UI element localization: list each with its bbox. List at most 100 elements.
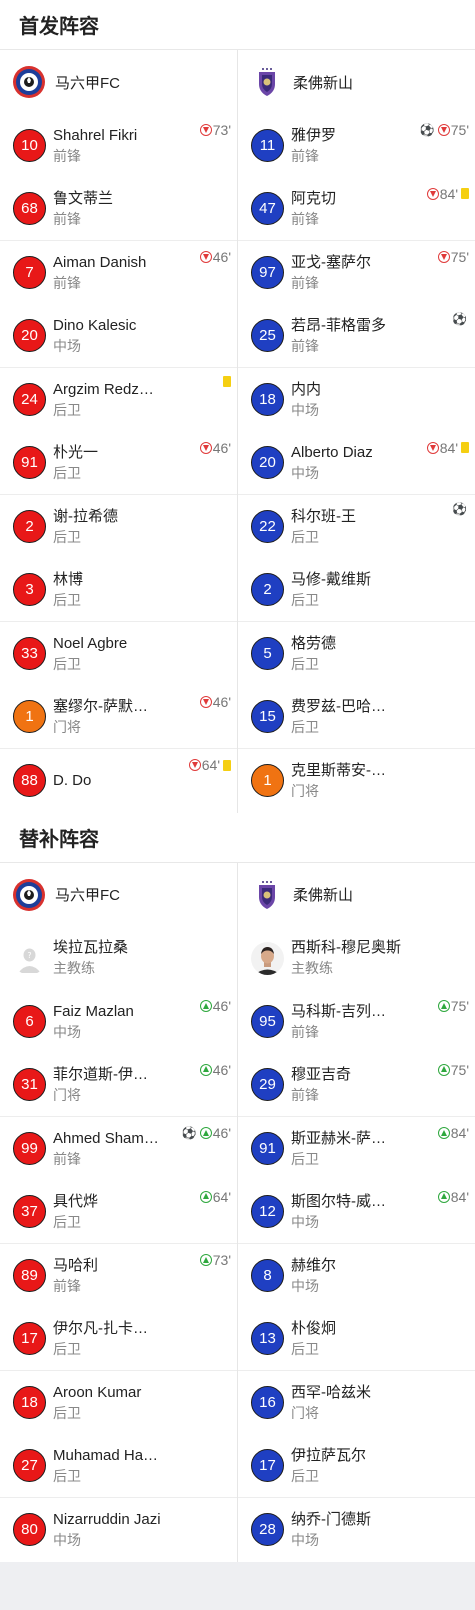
player-name: Aiman Danish [53,253,147,271]
player-row[interactable]: 97 亚戈-塞萨尔 前锋 75' [238,241,475,305]
player-row[interactable]: 7 Aiman Danish 前锋 46' [0,241,237,305]
sub-in-icon [199,1127,212,1139]
home-team-header[interactable]: 马六甲FC [0,863,237,927]
shirt-number-badge: 68 [13,192,46,226]
player-row[interactable]: 20 Dino Kalesic 中场 [0,305,237,368]
player-name: 赫维尔 [291,1256,337,1274]
player-position: 前锋 [291,1086,319,1103]
player-name: 具代烨 [53,1192,99,1210]
player-events: 46' [199,1062,231,1078]
player-events: 75' [437,249,469,265]
player-row[interactable]: 6 Faiz Mazlan 中场 46' [0,990,237,1054]
home-team-name: 马六甲FC [55,887,120,904]
shirt-number-badge: 10 [13,129,46,163]
player-events: 46' [199,998,231,1014]
player-row[interactable]: 68 鲁文蒂兰 前锋 [0,178,237,241]
player-name: Shahrel Fikri [53,126,138,144]
player-row[interactable]: 33 Noel Agbre 后卫 [0,622,237,686]
player-row[interactable]: 1 塞缪尔-萨默… 门将 46' [0,686,237,749]
player-row[interactable]: 18 Aroon Kumar 后卫 [0,1371,237,1435]
player-position: 门将 [291,1404,319,1421]
player-row[interactable]: 13 朴俊炯 后卫 [238,1308,475,1371]
sub-in-icon [437,1127,450,1139]
player-row[interactable]: 15 费罗兹-巴哈… 后卫 [238,686,475,749]
player-row[interactable]: 28 纳乔-门德斯 中场 [238,1498,475,1562]
shirt-number-badge: 25 [251,319,284,353]
player-row[interactable]: 17 伊拉萨瓦尔 后卫 [238,1435,475,1498]
shirt-number-badge: 2 [251,573,284,607]
player-position: 中场 [291,464,319,481]
player-row[interactable]: 91 朴光一 后卫 46' [0,432,237,495]
player-row[interactable]: 2 马修-戴维斯 后卫 [238,559,475,622]
player-row[interactable]: 31 菲尔道斯-伊… 门将 46' [0,1054,237,1117]
shirt-number-badge: 24 [13,383,46,417]
home-column: 马六甲FC 10 Shahrel Fikri 前锋 73' 68 鲁文蒂兰 前锋 7 Aiman… [0,50,237,813]
player-row[interactable]: 17 伊尔凡-扎卡… 后卫 [0,1308,237,1371]
player-name: 阿克切 [291,189,337,207]
sub-in-icon [437,1000,450,1012]
home-coach[interactable]: ? 埃拉瓦拉桑 主教练 [0,927,237,991]
player-name: 斯亚赫米-萨… [291,1129,386,1147]
player-row[interactable]: 11 雅伊罗 前锋 ⚽ 75' [238,114,475,178]
yellow-card-icon [461,188,469,199]
player-row[interactable]: 16 西罕-哈兹米 门将 [238,1371,475,1435]
player-position: 前锋 [53,210,81,227]
player-name: 林博 [53,570,84,588]
player-row[interactable]: 89 马哈利 前锋 73' [0,1244,237,1308]
player-row[interactable]: 37 具代烨 后卫 64' [0,1181,237,1244]
player-events: 84' [437,1125,469,1141]
player-row[interactable]: 10 Shahrel Fikri 前锋 73' [0,114,237,178]
event-minute: 46' [212,998,231,1014]
home-team-header[interactable]: 马六甲FC [0,50,237,114]
coach-photo-avatar [251,941,284,975]
away-coach[interactable]: 西斯科-穆尼奥斯 主教练 [238,927,475,991]
sub-in-icon [199,1254,212,1266]
player-position: 后卫 [53,464,81,481]
player-name: Ahmed Sham… [53,1129,159,1147]
player-name: 费罗兹-巴哈… [291,697,386,715]
player-row[interactable]: 47 阿克切 前锋 84' [238,178,475,241]
player-position: 前锋 [53,147,81,164]
player-row[interactable]: 3 林博后卫 [0,559,237,622]
player-name: 朴俊炯 [291,1319,337,1337]
player-row[interactable]: 95 马科斯-吉列… 前锋 75' [238,990,475,1054]
player-row[interactable]: 20 Alberto Diaz 中场 84' [238,432,475,495]
player-row[interactable]: 1 克里斯蒂安-… 门将 [238,749,475,813]
player-row[interactable]: 8 赫维尔 中场 [238,1244,475,1308]
shirt-number-badge: 27 [13,1449,46,1483]
player-position: 后卫 [53,528,81,545]
player-row[interactable]: 24 Argzim Redz… 后卫 [0,368,237,432]
player-row[interactable]: 99 Ahmed Sham… 前锋 ⚽ 46' [0,1117,237,1181]
player-events: 64' [199,1189,231,1205]
shirt-number-badge: 3 [13,573,46,607]
player-position: 后卫 [291,528,319,545]
player-row[interactable]: 22 科尔班-王 后卫 ⚽ [238,495,475,559]
player-events: 73' [199,122,231,138]
player-row[interactable]: 88 D. Do 64' [0,749,237,813]
player-position: 后卫 [53,591,81,608]
shirt-number-badge: 1 [13,700,46,734]
player-name: Noel Agbre [53,634,128,652]
player-events [221,376,231,387]
player-row[interactable]: 29 穆亚吉奇 前锋 75' [238,1054,475,1117]
player-row[interactable]: 18 内内 中场 [238,368,475,432]
player-position: 后卫 [291,718,319,735]
event-minute: 84' [439,185,458,202]
player-events: 84' [437,1189,469,1205]
shirt-number-badge: 97 [251,256,284,290]
player-events: ⚽ 46' [182,1125,231,1141]
away-team-header[interactable]: 柔佛新山 [238,50,475,114]
shirt-number-badge: 47 [251,192,284,226]
event-minute: 73' [212,1252,231,1268]
player-row[interactable]: 80 Nizarruddin Jazi 中场 [0,1498,237,1562]
player-row[interactable]: 25 若昂-菲格雷多 前锋 ⚽ [238,305,475,368]
player-row[interactable]: 27 Muhamad Ha… 后卫 [0,1435,237,1498]
sub-out-icon [199,124,212,136]
melaka-fc-logo-icon [13,66,45,98]
player-row[interactable]: 2 谢-拉希德 后卫 [0,495,237,559]
player-row[interactable]: 5 格劳德 后卫 [238,622,475,686]
away-team-header[interactable]: 柔佛新山 [238,863,475,927]
player-row[interactable]: 91 斯亚赫米-萨… 后卫 84' [238,1117,475,1181]
shirt-number-badge: 11 [251,129,284,163]
player-row[interactable]: 12 斯图尔特-威… 中场 84' [238,1181,475,1244]
